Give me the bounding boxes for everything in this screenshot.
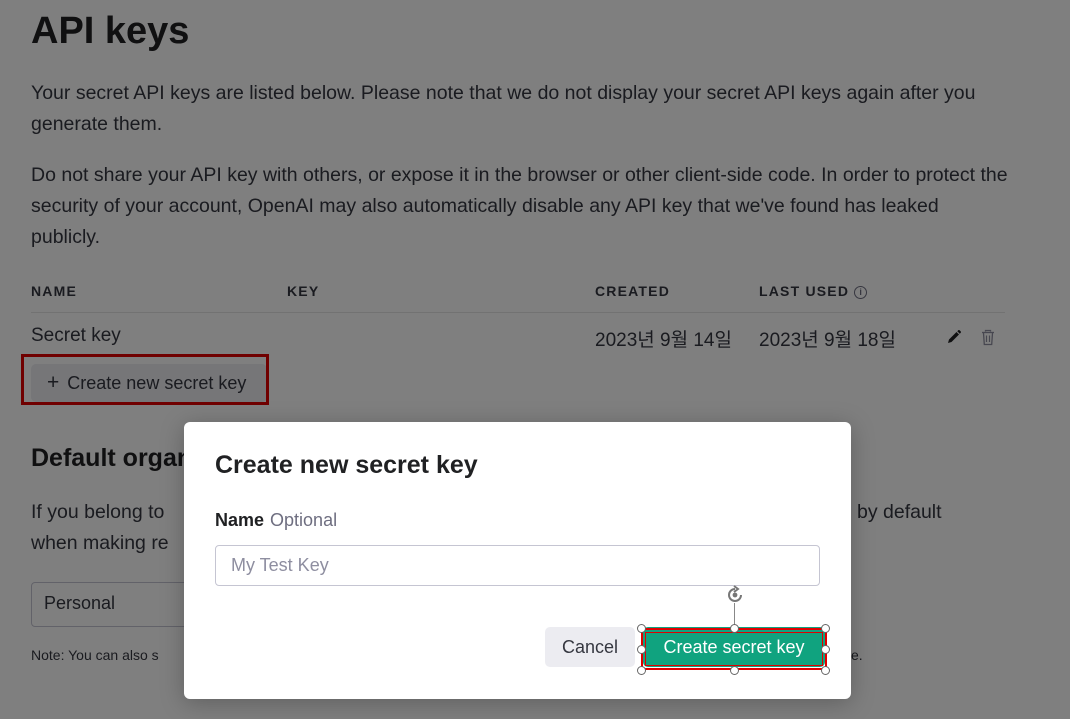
name-label: Name (215, 510, 265, 530)
cancel-button[interactable]: Cancel (545, 627, 635, 667)
resize-handle[interactable] (637, 645, 646, 654)
resize-handle[interactable] (821, 645, 830, 654)
resize-handle[interactable] (821, 666, 830, 675)
resize-handle[interactable] (637, 624, 646, 633)
resize-handle[interactable] (730, 624, 739, 633)
resize-handle[interactable] (730, 666, 739, 675)
selection-highlight-inner (645, 632, 823, 666)
rotation-handle-stem (734, 603, 735, 626)
key-name-input[interactable] (215, 545, 820, 586)
resize-handle[interactable] (637, 666, 646, 675)
optional-label: Optional (270, 510, 338, 530)
resize-handle[interactable] (821, 624, 830, 633)
name-field-label: Name Optional (215, 510, 337, 531)
rotate-handle-icon[interactable] (724, 584, 746, 606)
dialog-title: Create new secret key (215, 451, 478, 479)
create-secret-key-dialog: Create new secret key NameOptional Cance… (184, 422, 851, 699)
